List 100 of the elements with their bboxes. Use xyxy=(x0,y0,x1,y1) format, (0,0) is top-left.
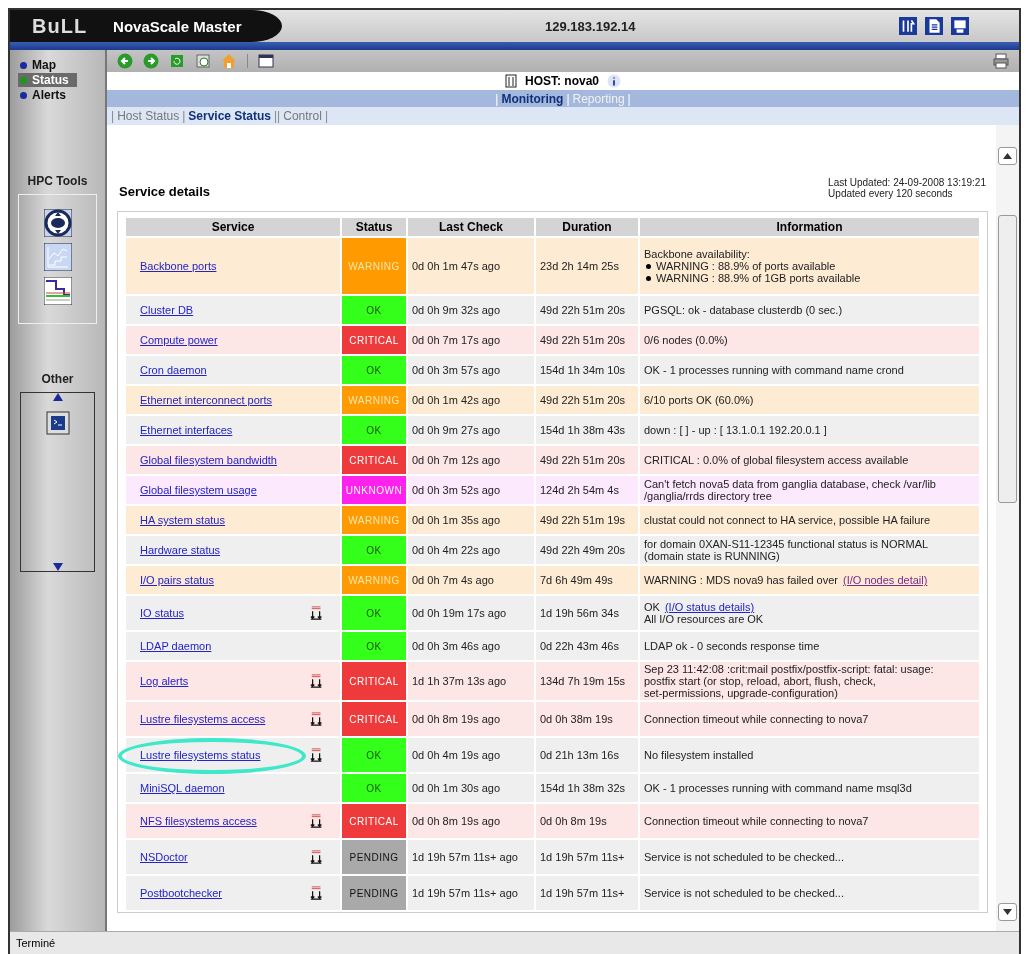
table-cell: 1d 19h 57m 11s+ ago xyxy=(408,840,534,874)
service-link[interactable]: NSDoctor xyxy=(140,851,188,863)
easy-icon xyxy=(310,605,324,621)
column-header: Duration xyxy=(536,218,638,236)
column-header: Last Check xyxy=(408,218,534,236)
table-cell: 0d 0h 1m 42s ago xyxy=(408,386,534,414)
easy-icon xyxy=(310,885,324,901)
service-link[interactable]: Compute power xyxy=(140,334,218,346)
tools-icon[interactable] xyxy=(899,17,917,35)
table-cell: 49d 22h 49m 20s xyxy=(536,536,638,564)
status-cell: OK xyxy=(342,738,406,772)
scroll-down-icon[interactable] xyxy=(1003,909,1012,915)
easy-icon xyxy=(310,813,324,829)
table-cell: 23d 2h 14m 25s xyxy=(536,238,638,294)
host-address: 129.183.192.14 xyxy=(544,18,637,34)
info-text: set-permissions, upgrade-configuration) xyxy=(644,687,838,699)
detail-link[interactable]: (I/O status details) xyxy=(664,601,755,613)
status-cell: OK xyxy=(342,416,406,444)
service-link[interactable]: Cron daemon xyxy=(140,364,207,376)
scroll-up-icon[interactable] xyxy=(52,393,63,401)
storage-icon[interactable] xyxy=(43,209,72,237)
service-link[interactable]: IO status xyxy=(140,607,185,619)
service-link[interactable]: Lustre filesystems status xyxy=(140,749,261,761)
refresh-icon[interactable] xyxy=(169,53,185,69)
forward-icon[interactable] xyxy=(143,53,159,69)
detail-link[interactable]: (I/O nodes detail) xyxy=(843,574,928,586)
table-cell: 1d 1h 37m 13s ago xyxy=(408,662,534,700)
info-text: CRITICAL : 0.0% of global filesystem access available xyxy=(644,454,909,466)
tab[interactable]: Host Status xyxy=(117,109,180,123)
info-text: down : [ ] - up : [ 13.1.0.1 192.20.0.1 ] xyxy=(644,424,827,436)
tab[interactable]: Control xyxy=(283,109,322,123)
info-text: for domain 0XAN-S11-12345 functional status is NORMAL xyxy=(644,538,929,550)
scroll-down-icon[interactable] xyxy=(52,563,63,571)
status-cell: OK xyxy=(342,774,406,802)
service-link[interactable]: Cluster DB xyxy=(140,304,194,316)
info-text: 0/6 nodes (0.0%) xyxy=(644,334,728,346)
service-link[interactable]: HA system status xyxy=(140,514,225,526)
table-cell: 154d 1h 38m 32s xyxy=(536,774,638,802)
table-cell: 1d 19h 57m 11s+ xyxy=(536,876,638,910)
status-cell: OK xyxy=(342,356,406,384)
table-cell: 0d 0h 3m 52s ago xyxy=(408,476,534,504)
service-link[interactable]: Ethernet interfaces xyxy=(140,424,233,436)
scrollbar[interactable] xyxy=(996,125,1019,931)
table-cell: 0d 0h 3m 46s ago xyxy=(408,632,534,660)
table-cell: 0d 0h 1m 30s ago xyxy=(408,774,534,802)
info-text: No filesystem installed xyxy=(644,749,754,761)
table-cell: 1d 19h 56m 34s xyxy=(536,596,638,630)
status-cell: CRITICAL xyxy=(342,662,406,700)
table-cell: 0d 0h 19m 17s ago xyxy=(408,596,534,630)
info-text: Connection timeout while connecting to nova7 xyxy=(644,815,869,827)
column-header: Information xyxy=(640,218,979,236)
service-link[interactable]: MiniSQL daemon xyxy=(140,782,225,794)
easy-icon xyxy=(310,747,324,763)
table-cell: 0d 0h 8m 19s ago xyxy=(408,702,534,736)
info-text: PGSQL: ok - database clusterdb (0 sec.) xyxy=(644,304,843,316)
service-link[interactable]: LDAP daemon xyxy=(140,640,212,652)
chart-icon[interactable] xyxy=(43,243,72,271)
table-cell: 0d 0h 7m 17s ago xyxy=(408,326,534,354)
service-link[interactable]: Postbootchecker xyxy=(140,887,222,899)
service-link[interactable]: Log alerts xyxy=(140,675,189,687)
terminal-icon[interactable] xyxy=(45,411,70,435)
tab[interactable]: Monitoring xyxy=(501,91,564,106)
status-cell: OK xyxy=(342,536,406,564)
service-link[interactable]: Backbone ports xyxy=(140,260,217,272)
nav-item[interactable]: Alerts xyxy=(18,88,77,102)
print-icon[interactable] xyxy=(993,53,1009,69)
table-cell: 49d 22h 51m 20s xyxy=(536,326,638,354)
service-link[interactable]: NFS filesystems access xyxy=(140,815,257,827)
info-text: LDAP ok - 0 seconds response time xyxy=(644,640,820,652)
graph-icon[interactable] xyxy=(43,277,72,305)
nav-item[interactable]: Map xyxy=(18,58,77,72)
separator: | xyxy=(111,109,115,123)
status-cell: WARNING xyxy=(342,506,406,534)
table-cell: 0d 0h 4m 22s ago xyxy=(408,536,534,564)
nav-item[interactable]: Status xyxy=(18,73,77,87)
service-link[interactable]: Hardware status xyxy=(140,544,221,556)
info-text: OK - 1 processes running with command name msql3d xyxy=(644,782,912,794)
last-updated: Last Updated: 24-09-2008 13:19:21 xyxy=(828,177,986,188)
scroll-up-icon[interactable] xyxy=(1003,153,1012,159)
info-text: Service is not scheduled to be checked... xyxy=(644,851,844,863)
status-cell: CRITICAL xyxy=(342,702,406,736)
status-cell: WARNING xyxy=(342,238,406,294)
monitor-icon[interactable] xyxy=(951,17,969,35)
document-icon[interactable] xyxy=(925,17,943,35)
separator: | xyxy=(627,91,631,106)
service-link[interactable]: I/O pairs status xyxy=(140,574,214,586)
easy-icon xyxy=(310,849,324,865)
table-cell: 49d 22h 51m 20s xyxy=(536,296,638,324)
separator: | xyxy=(495,91,499,106)
tab[interactable]: Service Status xyxy=(188,109,271,123)
info-text: Service is not scheduled to be checked... xyxy=(644,887,844,899)
status-cell: WARNING xyxy=(342,386,406,414)
host-title: HOST: nova0 xyxy=(525,74,599,88)
info-text: OK xyxy=(644,601,660,613)
status-cell: CRITICAL xyxy=(342,326,406,354)
status-cell: OK xyxy=(342,296,406,324)
info-icon[interactable] xyxy=(607,74,621,88)
status-cell: WARNING xyxy=(342,566,406,594)
window-icon[interactable] xyxy=(258,53,274,69)
back-icon[interactable] xyxy=(117,53,133,69)
